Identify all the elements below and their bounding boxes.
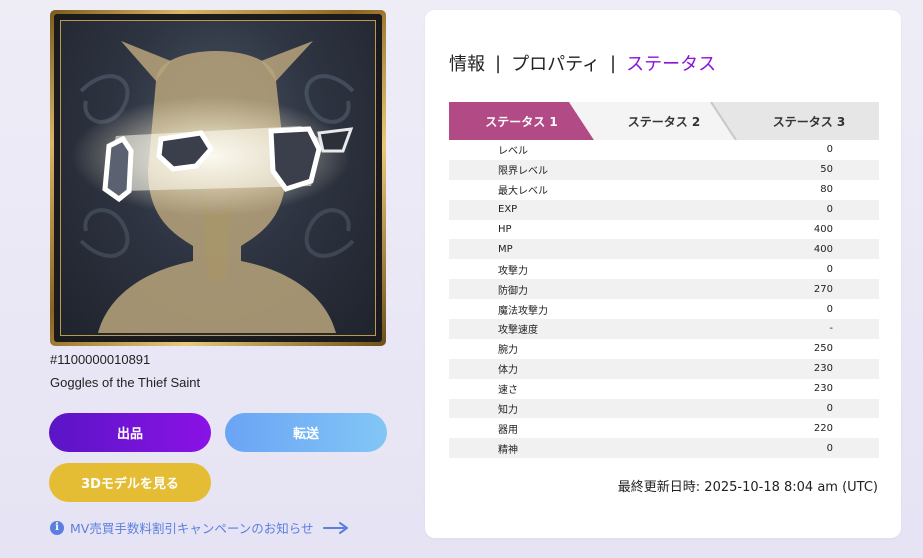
stat-value: 0 bbox=[826, 144, 833, 156]
details-tab-nav: 情報 | プロパティ | ステータス bbox=[449, 50, 716, 76]
table-row: MP 400 bbox=[449, 239, 879, 260]
stat-label: 攻撃速度 bbox=[498, 325, 538, 337]
table-row: HP 400 bbox=[449, 220, 879, 240]
status-tab-2[interactable]: ステータス 2 bbox=[589, 102, 739, 140]
sell-button[interactable]: 出品 bbox=[49, 413, 211, 452]
table-row: 魔法攻撃力 0 bbox=[449, 299, 879, 319]
stat-label: 限界レベル bbox=[498, 166, 548, 178]
stat-value: 0 bbox=[826, 442, 833, 454]
stat-value: 230 bbox=[813, 383, 833, 395]
table-row: 器用 220 bbox=[449, 418, 879, 438]
stat-value: 220 bbox=[813, 422, 833, 434]
stats-table: レベル 0 限界レベル 50 最大レベル 80 EXP 0 HP 400 MP 400 攻撃… bbox=[449, 140, 879, 459]
stat-value: 0 bbox=[826, 204, 833, 216]
stat-value: 50 bbox=[820, 164, 833, 176]
stat-label: HP bbox=[498, 224, 512, 235]
stat-value: 0 bbox=[826, 263, 833, 275]
campaign-notice-text: MV売買手数料割引キャンペーンのお知らせ bbox=[70, 521, 314, 536]
item-image bbox=[60, 20, 376, 336]
stat-label: 腕力 bbox=[498, 345, 518, 357]
info-icon: i bbox=[50, 520, 64, 535]
table-row: 腕力 250 bbox=[449, 339, 879, 359]
stat-value: 270 bbox=[813, 283, 833, 295]
stat-label: 魔法攻撃力 bbox=[498, 305, 548, 317]
stat-label: 体力 bbox=[498, 365, 518, 377]
table-row: 防御力 270 bbox=[449, 279, 879, 300]
table-row: 攻撃速度 - bbox=[449, 319, 879, 339]
stat-value: 400 bbox=[813, 224, 833, 235]
item-name: Goggles of the Thief Saint bbox=[50, 375, 201, 390]
table-row: 精神 0 bbox=[449, 438, 879, 459]
table-row: 最大レベル 80 bbox=[449, 180, 879, 200]
stat-label: EXP bbox=[498, 204, 518, 216]
tab-separator: | bbox=[495, 52, 502, 74]
table-row: EXP 0 bbox=[449, 199, 879, 220]
tab-info[interactable]: 情報 bbox=[449, 50, 485, 76]
stat-value: 230 bbox=[813, 363, 833, 375]
stat-value: 400 bbox=[813, 243, 833, 255]
stat-label: レベル bbox=[498, 146, 528, 158]
table-row: 限界レベル 50 bbox=[449, 159, 879, 180]
stat-value: 80 bbox=[820, 184, 833, 196]
stat-value: 0 bbox=[826, 403, 833, 415]
item-token-id: #1100000010891 bbox=[50, 352, 151, 367]
goggles-item-art bbox=[71, 41, 355, 333]
stat-label: 最大レベル bbox=[498, 186, 548, 198]
tab-status[interactable]: ステータス bbox=[626, 50, 716, 76]
arrow-right-icon bbox=[323, 521, 349, 534]
item-image-inner bbox=[54, 14, 382, 342]
status-tab-3[interactable]: ステータス 3 bbox=[739, 102, 879, 140]
stat-label: 精神 bbox=[498, 444, 518, 456]
tab-separator: | bbox=[610, 52, 617, 74]
stat-value: 0 bbox=[826, 303, 833, 315]
status-subtabs: ステータス 1 ステータス 2 ステータス 3 bbox=[449, 102, 879, 140]
stat-label: 防御力 bbox=[498, 285, 528, 297]
last-updated-timestamp: 最終更新日時: 2025-10-18 8:04 am (UTC) bbox=[617, 480, 878, 495]
stat-label: 攻撃力 bbox=[498, 265, 528, 277]
table-row: レベル 0 bbox=[449, 140, 879, 160]
stat-label: 速さ bbox=[498, 385, 518, 397]
details-panel: 情報 | プロパティ | ステータス ステータス 1 ステータス 2 ステータス… bbox=[425, 10, 901, 538]
tab-properties[interactable]: プロパティ bbox=[511, 50, 600, 76]
table-row: 知力 0 bbox=[449, 398, 879, 419]
table-row: 速さ 230 bbox=[449, 379, 879, 399]
stat-value: - bbox=[829, 323, 833, 335]
stat-label: 知力 bbox=[498, 405, 518, 417]
status-tab-1[interactable]: ステータス 1 bbox=[449, 102, 594, 140]
table-row: 攻撃力 0 bbox=[449, 259, 879, 279]
stat-label: MP bbox=[498, 243, 513, 255]
view-3d-model-button[interactable]: 3Dモデルを見る bbox=[49, 463, 211, 502]
campaign-notice-link[interactable]: i MV売買手数料割引キャンペーンのお知らせ bbox=[50, 518, 349, 537]
stat-value: 250 bbox=[813, 343, 833, 355]
transfer-button[interactable]: 転送 bbox=[225, 413, 387, 452]
stat-label: 器用 bbox=[498, 424, 518, 436]
item-image-frame bbox=[50, 10, 386, 346]
table-row: 体力 230 bbox=[449, 358, 879, 379]
